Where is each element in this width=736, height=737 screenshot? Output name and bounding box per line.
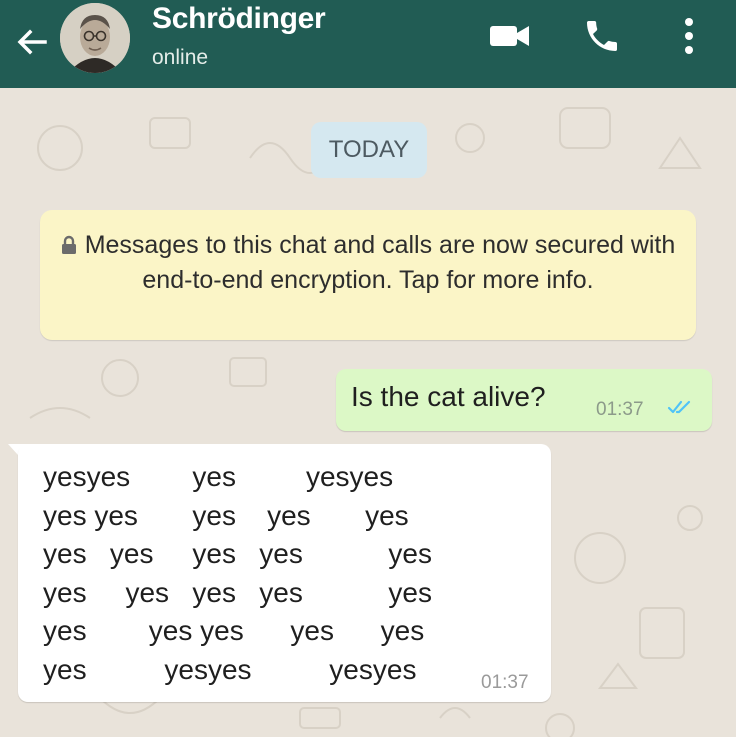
encryption-notice-text: Messages to this chat and calls are now … <box>84 231 676 294</box>
message-line-1: yesyes yes yesyes <box>43 461 394 492</box>
message-line-3: yes yes yes yes yes <box>43 538 433 569</box>
back-button[interactable] <box>8 18 56 66</box>
lock-icon <box>61 235 76 254</box>
message-line-2: yes yes yes yes yes <box>43 500 409 531</box>
avatar[interactable] <box>60 3 130 73</box>
date-separator: TODAY <box>311 122 427 178</box>
more-vertical-icon <box>685 18 693 54</box>
contact-photo <box>60 3 130 73</box>
video-camera-icon <box>490 26 529 46</box>
back-arrow-icon <box>17 29 47 55</box>
message-text: Is the cat alive? <box>351 381 546 412</box>
message-line-5: yes yes yes yes yes <box>43 615 425 646</box>
voice-call-button[interactable] <box>572 10 632 62</box>
video-call-button[interactable] <box>480 14 540 58</box>
message-line-6: yes yesyes yesyes <box>43 654 417 685</box>
encryption-notice[interactable]: Messages to this chat and calls are now … <box>40 210 696 340</box>
more-options-button[interactable] <box>666 10 712 62</box>
chat-header: Schrödinger online <box>0 0 736 88</box>
contact-status: online <box>152 46 209 69</box>
outgoing-message[interactable]: Is the cat alive? 01:37 <box>336 369 712 431</box>
phone-icon <box>587 21 617 51</box>
contact-name[interactable]: Schrödinger <box>152 2 326 36</box>
message-time: 01:37 <box>596 399 644 420</box>
incoming-message[interactable]: yesyes yes yesyes yes yes yes yes yes ye… <box>18 444 551 702</box>
read-receipt-icon <box>667 400 691 414</box>
message-time: 01:37 <box>481 672 529 693</box>
message-line-4: yes yes yes yes yes <box>43 577 433 608</box>
